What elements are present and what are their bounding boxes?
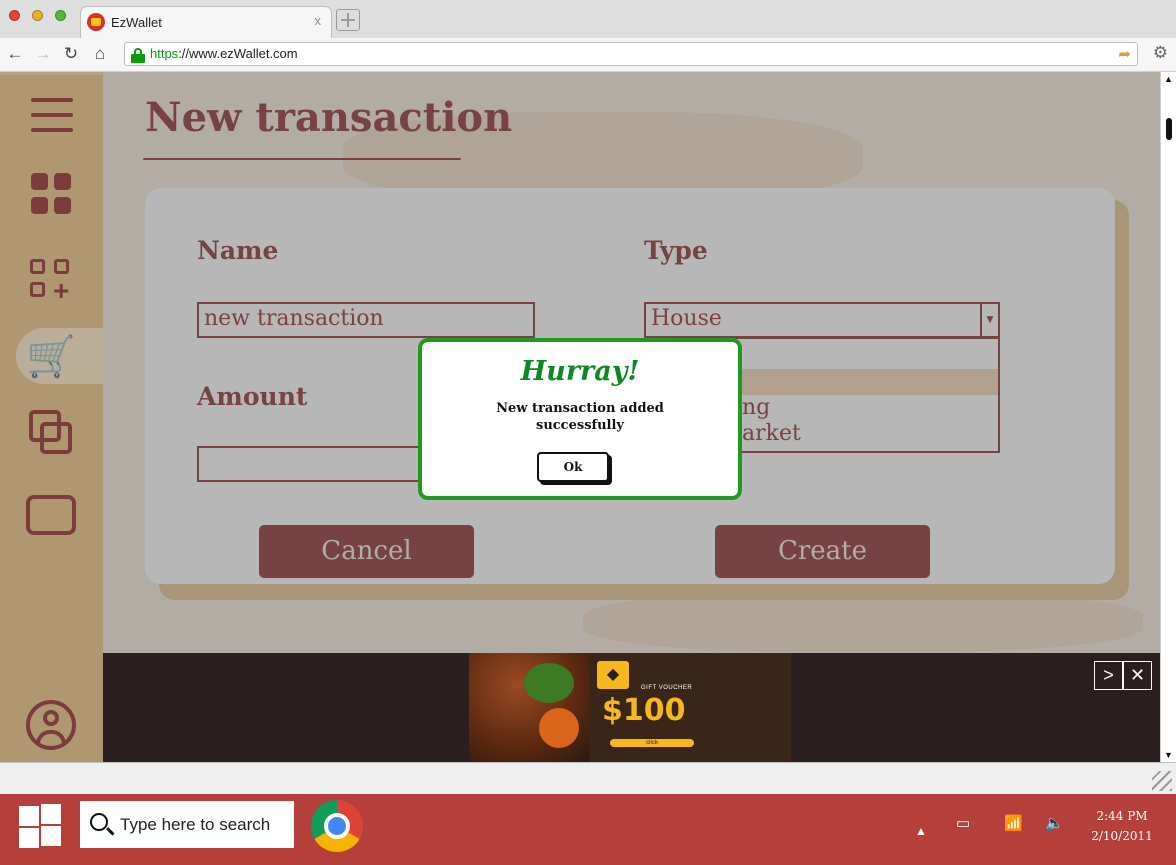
network-signal-icon[interactable]: 📶 xyxy=(1004,814,1023,832)
ad-next-icon[interactable]: > xyxy=(1094,661,1123,690)
ad-logo-icon: ◆ xyxy=(597,661,629,689)
back-arrow-icon[interactable]: ← xyxy=(4,43,26,65)
browser-status-bar xyxy=(0,762,1176,794)
ad-click-button[interactable]: click xyxy=(610,739,694,747)
clock-time: 2:44 PM xyxy=(1096,809,1148,823)
taskbar-search-input[interactable]: Type here to search xyxy=(80,801,294,848)
ok-button[interactable]: Ok xyxy=(537,452,609,482)
browser-tab[interactable]: EzWallet x xyxy=(80,6,332,38)
success-modal: Hurray! New transaction added successful… xyxy=(418,338,742,500)
modal-title: Hurray! xyxy=(520,356,640,387)
ad-price: $100 xyxy=(602,693,686,728)
tab-close-icon[interactable]: x xyxy=(315,13,322,28)
maximize-window-icon[interactable] xyxy=(55,10,66,21)
ad-voucher-label: GIFT VOUCHER xyxy=(641,685,693,691)
search-icon xyxy=(90,813,108,831)
tab-title: EzWallet xyxy=(111,15,162,30)
address-bar[interactable]: https://www.ezWallet.com ➦ xyxy=(124,42,1138,66)
tray-expand-icon[interactable]: ▲ xyxy=(915,824,927,838)
clock-date: 2/10/2011 xyxy=(1091,829,1153,843)
scroll-thumb[interactable] xyxy=(1166,118,1172,140)
taskbar: Type here to search ▲ ▭ 📶 🔈 2:44 PM 2/10… xyxy=(0,794,1176,865)
windows-start-icon[interactable] xyxy=(19,804,61,848)
scroll-down-icon[interactable]: ▼ xyxy=(1164,750,1173,760)
vertical-scrollbar[interactable]: ▲ ▼ xyxy=(1160,72,1176,762)
chrome-icon[interactable] xyxy=(311,800,363,852)
resize-grip-icon[interactable] xyxy=(1152,771,1172,791)
ezwallet-favicon-icon xyxy=(87,13,105,31)
battery-icon[interactable]: ▭ xyxy=(956,814,970,832)
ad-salad-image xyxy=(524,663,574,703)
modal-message: New transaction added successfully xyxy=(452,400,708,434)
ad-image[interactable]: ◆ GIFT VOUCHER $100 click xyxy=(469,653,791,762)
volume-icon[interactable]: 🔈 xyxy=(1045,814,1064,832)
ad-banner: ◆ GIFT VOUCHER $100 click > ✕ xyxy=(103,653,1160,762)
bookmark-icon[interactable]: ➦ xyxy=(1118,45,1131,63)
taskbar-clock[interactable]: 2:44 PM 2/10/2011 xyxy=(1082,806,1162,846)
close-window-icon[interactable] xyxy=(9,10,20,21)
minimize-window-icon[interactable] xyxy=(32,10,43,21)
browser-nav-bar: ← → ↻ ⌂ https://www.ezWallet.com ➦ ⚙ xyxy=(0,38,1176,72)
search-placeholder: Type here to search xyxy=(120,815,271,834)
lock-icon xyxy=(131,48,145,63)
forward-arrow-icon[interactable]: → xyxy=(32,43,54,65)
browser-tab-bar: EzWallet x xyxy=(0,0,1176,38)
reload-icon[interactable]: ↻ xyxy=(60,43,82,65)
scroll-up-icon[interactable]: ▲ xyxy=(1164,74,1173,84)
new-tab-icon[interactable] xyxy=(336,9,360,31)
modal-message-line: New transaction added xyxy=(496,401,664,416)
modal-message-line: successfully xyxy=(536,418,624,433)
ad-carrot-image xyxy=(539,708,579,748)
modal-backdrop-sidebar xyxy=(0,72,103,762)
home-icon[interactable]: ⌂ xyxy=(89,43,111,65)
settings-gear-icon[interactable]: ⚙ xyxy=(1153,43,1168,63)
ad-close-icon[interactable]: ✕ xyxy=(1123,661,1152,690)
url-text: https://www.ezWallet.com xyxy=(150,46,298,61)
